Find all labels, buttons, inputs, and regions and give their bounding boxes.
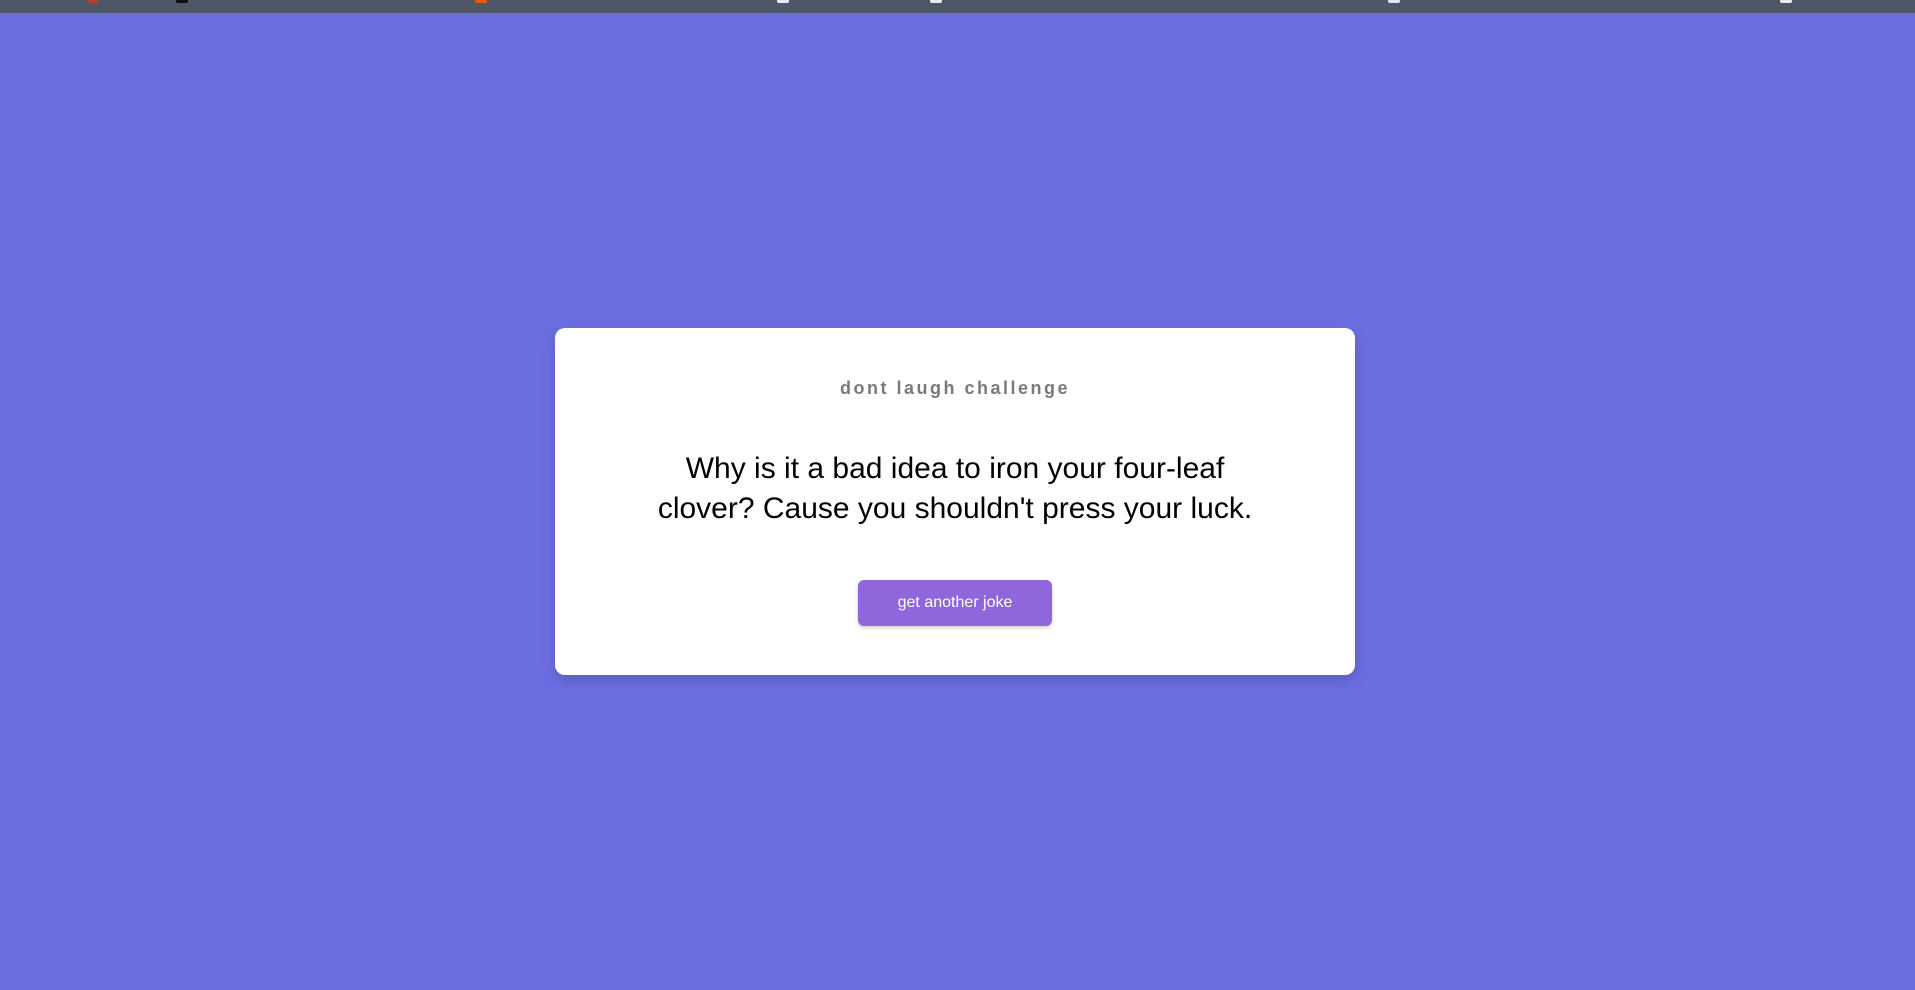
bookmark-favicon-icon[interactable] [1780, 0, 1792, 3]
get-another-joke-button[interactable]: get another joke [858, 580, 1052, 626]
joke-card: dont laugh challenge Why is it a bad ide… [555, 328, 1355, 675]
bookmark-favicon-icon[interactable] [930, 0, 942, 3]
card-title: dont laugh challenge [839, 378, 1070, 398]
bookmark-favicon-icon[interactable] [1388, 0, 1400, 3]
joke-text: Why is it a bad idea to iron your four-l… [657, 452, 1253, 525]
bookmark-favicon-icon[interactable] [777, 0, 789, 3]
bookmark-favicon-icon[interactable] [176, 0, 188, 3]
browser-bookmarks-bar [0, 0, 1915, 13]
bookmark-favicon-icon[interactable] [88, 0, 98, 3]
bookmark-favicon-icon[interactable] [475, 0, 487, 3]
